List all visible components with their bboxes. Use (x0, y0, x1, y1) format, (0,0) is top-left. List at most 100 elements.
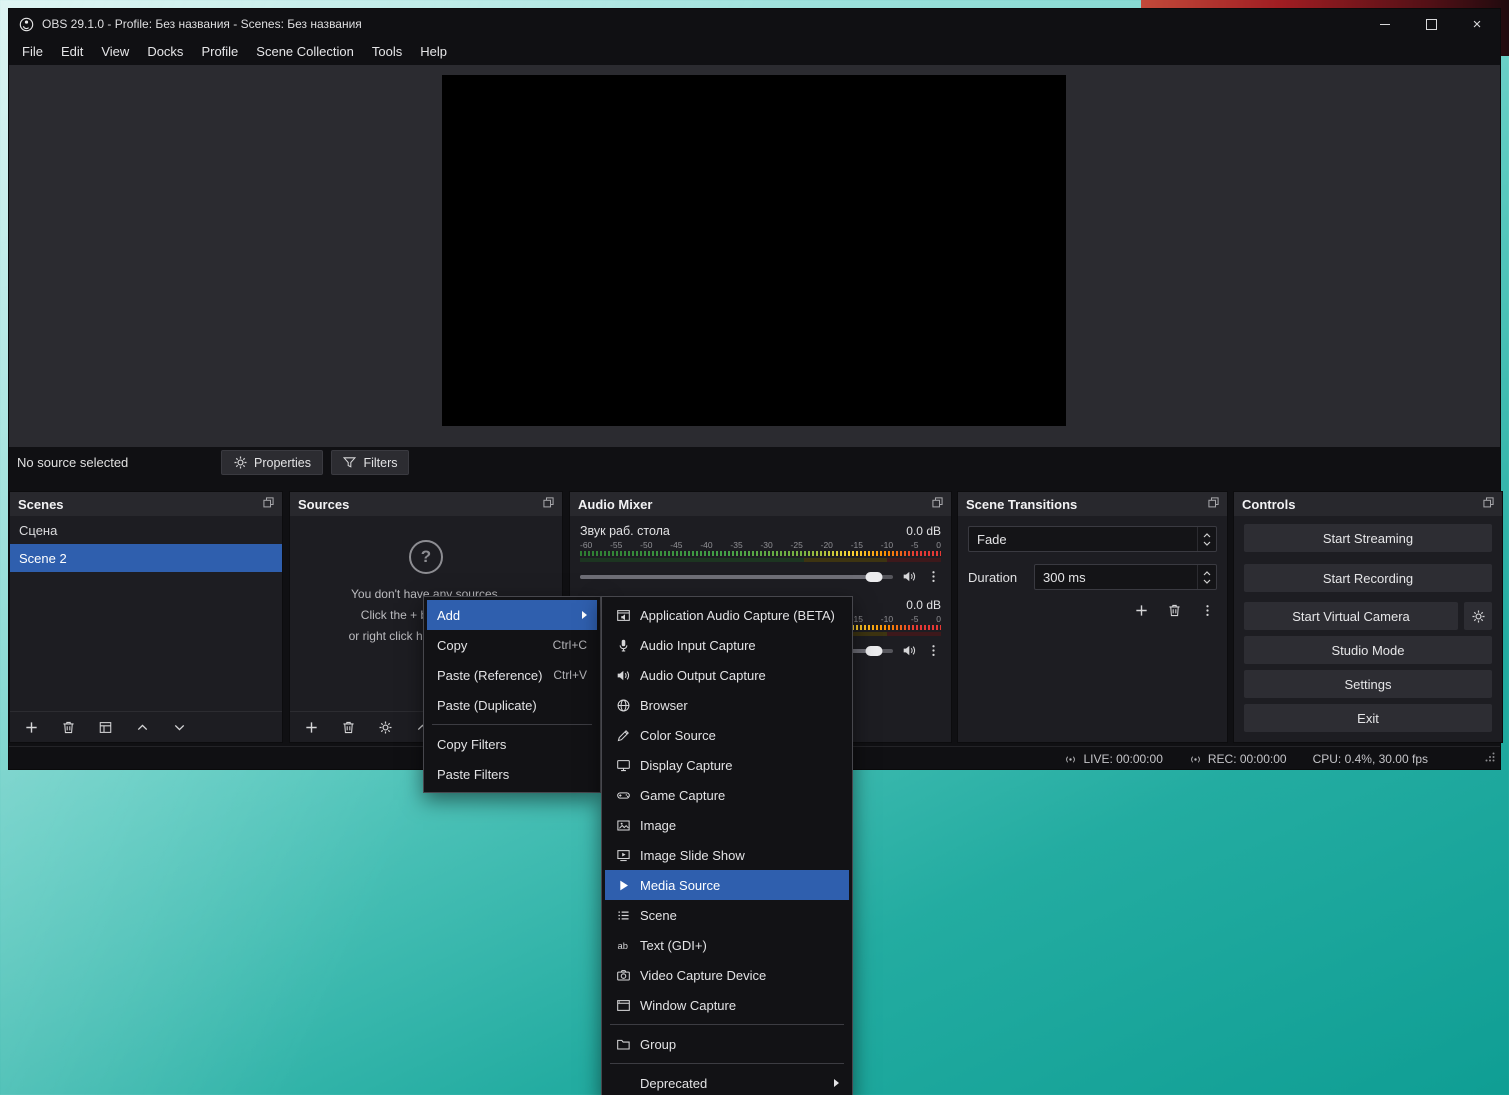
add-menu-audio-input-capture[interactable]: Audio Input Capture (605, 630, 849, 660)
meter-scale: -60-55-50-45-40-35-30-25-20-15-10-50 (580, 540, 941, 550)
obs-logo-icon (19, 17, 34, 32)
move-scene-up-button[interactable] (135, 720, 150, 735)
add-menu-audio-output-capture[interactable]: Audio Output Capture (605, 660, 849, 690)
menu-docks[interactable]: Docks (138, 39, 192, 65)
volume-fill (580, 574, 875, 579)
add-menu-media-source[interactable]: Media Source (605, 870, 849, 900)
filters-button[interactable]: Filters (331, 450, 409, 475)
combo-spinner[interactable] (1197, 527, 1216, 551)
properties-button[interactable]: Properties (221, 450, 323, 475)
exit-button[interactable]: Exit (1244, 704, 1492, 732)
context-menu-paste-reference[interactable]: Paste (Reference) Ctrl+V (427, 660, 597, 690)
context-menu-copy-filters[interactable]: Copy Filters (427, 729, 597, 759)
volume-slider[interactable] (580, 571, 893, 582)
mixer-source-name: Звук раб. стола (580, 524, 670, 538)
add-menu-text-gdi[interactable]: ab Text (GDI+) (605, 930, 849, 960)
menu-help[interactable]: Help (411, 39, 456, 65)
play-icon (615, 878, 631, 893)
record-icon (1189, 753, 1202, 766)
context-menu-paste-duplicate[interactable]: Paste (Duplicate) (427, 690, 597, 720)
popout-icon[interactable] (263, 495, 274, 513)
audio-mixer-header[interactable]: Audio Mixer (570, 492, 951, 516)
scenes-dock-header[interactable]: Scenes (10, 492, 282, 516)
add-menu-display-capture[interactable]: Display Capture (605, 750, 849, 780)
filters-icon (342, 455, 357, 470)
add-menu-scene[interactable]: Scene (605, 900, 849, 930)
duration-spinner[interactable] (1197, 565, 1216, 589)
context-menu-add[interactable]: Add (427, 600, 597, 630)
scene-filters-button[interactable] (98, 720, 113, 735)
settings-button[interactable]: Settings (1244, 670, 1492, 698)
add-source-button[interactable] (304, 720, 319, 735)
start-streaming-button[interactable]: Start Streaming (1244, 524, 1492, 552)
mute-button[interactable] (902, 569, 917, 584)
popout-icon[interactable] (932, 495, 943, 513)
close-button[interactable]: × (1454, 9, 1500, 39)
add-menu-app-audio-capture[interactable]: Application Audio Capture (BETA) (605, 600, 849, 630)
start-virtual-camera-button[interactable]: Start Virtual Camera (1244, 602, 1458, 630)
duration-label: Duration (968, 569, 1018, 585)
add-menu-group[interactable]: Group (605, 1029, 849, 1059)
add-menu-deprecated[interactable]: Deprecated (605, 1068, 849, 1095)
scene-transitions-body: Fade Duration 300 ms (958, 516, 1227, 742)
popout-icon[interactable] (1483, 495, 1494, 513)
resize-grip-icon[interactable] (1485, 749, 1495, 767)
start-recording-button[interactable]: Start Recording (1244, 564, 1492, 592)
remove-source-button[interactable] (341, 720, 356, 735)
volume-slider-handle[interactable] (865, 571, 883, 582)
transition-select[interactable]: Fade (968, 526, 1217, 552)
add-menu-browser[interactable]: Browser (605, 690, 849, 720)
preview-canvas[interactable] (442, 75, 1066, 426)
slideshow-icon (615, 848, 631, 863)
add-menu-image[interactable]: Image (605, 810, 849, 840)
studio-mode-button[interactable]: Studio Mode (1244, 636, 1492, 664)
mute-button[interactable] (902, 643, 917, 658)
popout-icon[interactable] (1208, 495, 1219, 513)
mixer-db-label: 0.0 dB (906, 598, 941, 612)
move-scene-down-button[interactable] (172, 720, 187, 735)
menu-file[interactable]: File (13, 39, 52, 65)
controls-header[interactable]: Controls (1234, 492, 1502, 516)
volume-slider-handle[interactable] (865, 645, 883, 656)
transition-options-button[interactable] (1200, 603, 1215, 618)
add-scene-button[interactable] (24, 720, 39, 735)
sources-dock-header[interactable]: Sources (290, 492, 562, 516)
mixer-options-button[interactable] (926, 569, 941, 584)
context-menu-paste-filters[interactable]: Paste Filters (427, 759, 597, 789)
add-source-submenu: Application Audio Capture (BETA) Audio I… (601, 596, 853, 1095)
source-properties-button[interactable] (378, 720, 393, 735)
add-menu-window-capture[interactable]: Window Capture (605, 990, 849, 1020)
add-menu-color-source[interactable]: Color Source (605, 720, 849, 750)
minimize-button[interactable] (1362, 9, 1408, 39)
virtual-camera-settings-button[interactable] (1464, 602, 1492, 630)
controls-body: Start Streaming Start Recording Start Vi… (1234, 516, 1502, 742)
scene-item[interactable]: Сцена (10, 516, 282, 544)
image-icon (615, 818, 631, 833)
scene-transitions-header[interactable]: Scene Transitions (958, 492, 1227, 516)
menu-tools[interactable]: Tools (363, 39, 411, 65)
add-menu-image-slide-show[interactable]: Image Slide Show (605, 840, 849, 870)
microphone-icon (615, 638, 631, 653)
remove-scene-button[interactable] (61, 720, 76, 735)
scenes-list: Сцена Scene 2 (10, 516, 282, 711)
popout-icon[interactable] (543, 495, 554, 513)
add-menu-game-capture[interactable]: Game Capture (605, 780, 849, 810)
titlebar[interactable]: OBS 29.1.0 - Profile: Без названия - Sce… (9, 9, 1500, 39)
controls-title: Controls (1242, 496, 1296, 512)
cpu-status: CPU: 0.4%, 30.00 fps (1312, 752, 1428, 766)
mixer-db-label: 0.0 dB (906, 524, 941, 538)
menu-scene-collection[interactable]: Scene Collection (247, 39, 363, 65)
add-menu-video-capture-device[interactable]: Video Capture Device (605, 960, 849, 990)
maximize-button[interactable] (1408, 9, 1454, 39)
mixer-options-button[interactable] (926, 643, 941, 658)
remove-transition-button[interactable] (1167, 603, 1182, 618)
add-transition-button[interactable] (1134, 603, 1149, 618)
duration-spinbox[interactable]: 300 ms (1034, 564, 1217, 590)
submenu-arrow-icon (582, 611, 587, 619)
menubar: File Edit View Docks Profile Scene Colle… (9, 39, 1500, 65)
menu-edit[interactable]: Edit (52, 39, 92, 65)
menu-profile[interactable]: Profile (192, 39, 247, 65)
context-menu-copy[interactable]: Copy Ctrl+C (427, 630, 597, 660)
scene-item-selected[interactable]: Scene 2 (10, 544, 282, 572)
menu-view[interactable]: View (92, 39, 138, 65)
